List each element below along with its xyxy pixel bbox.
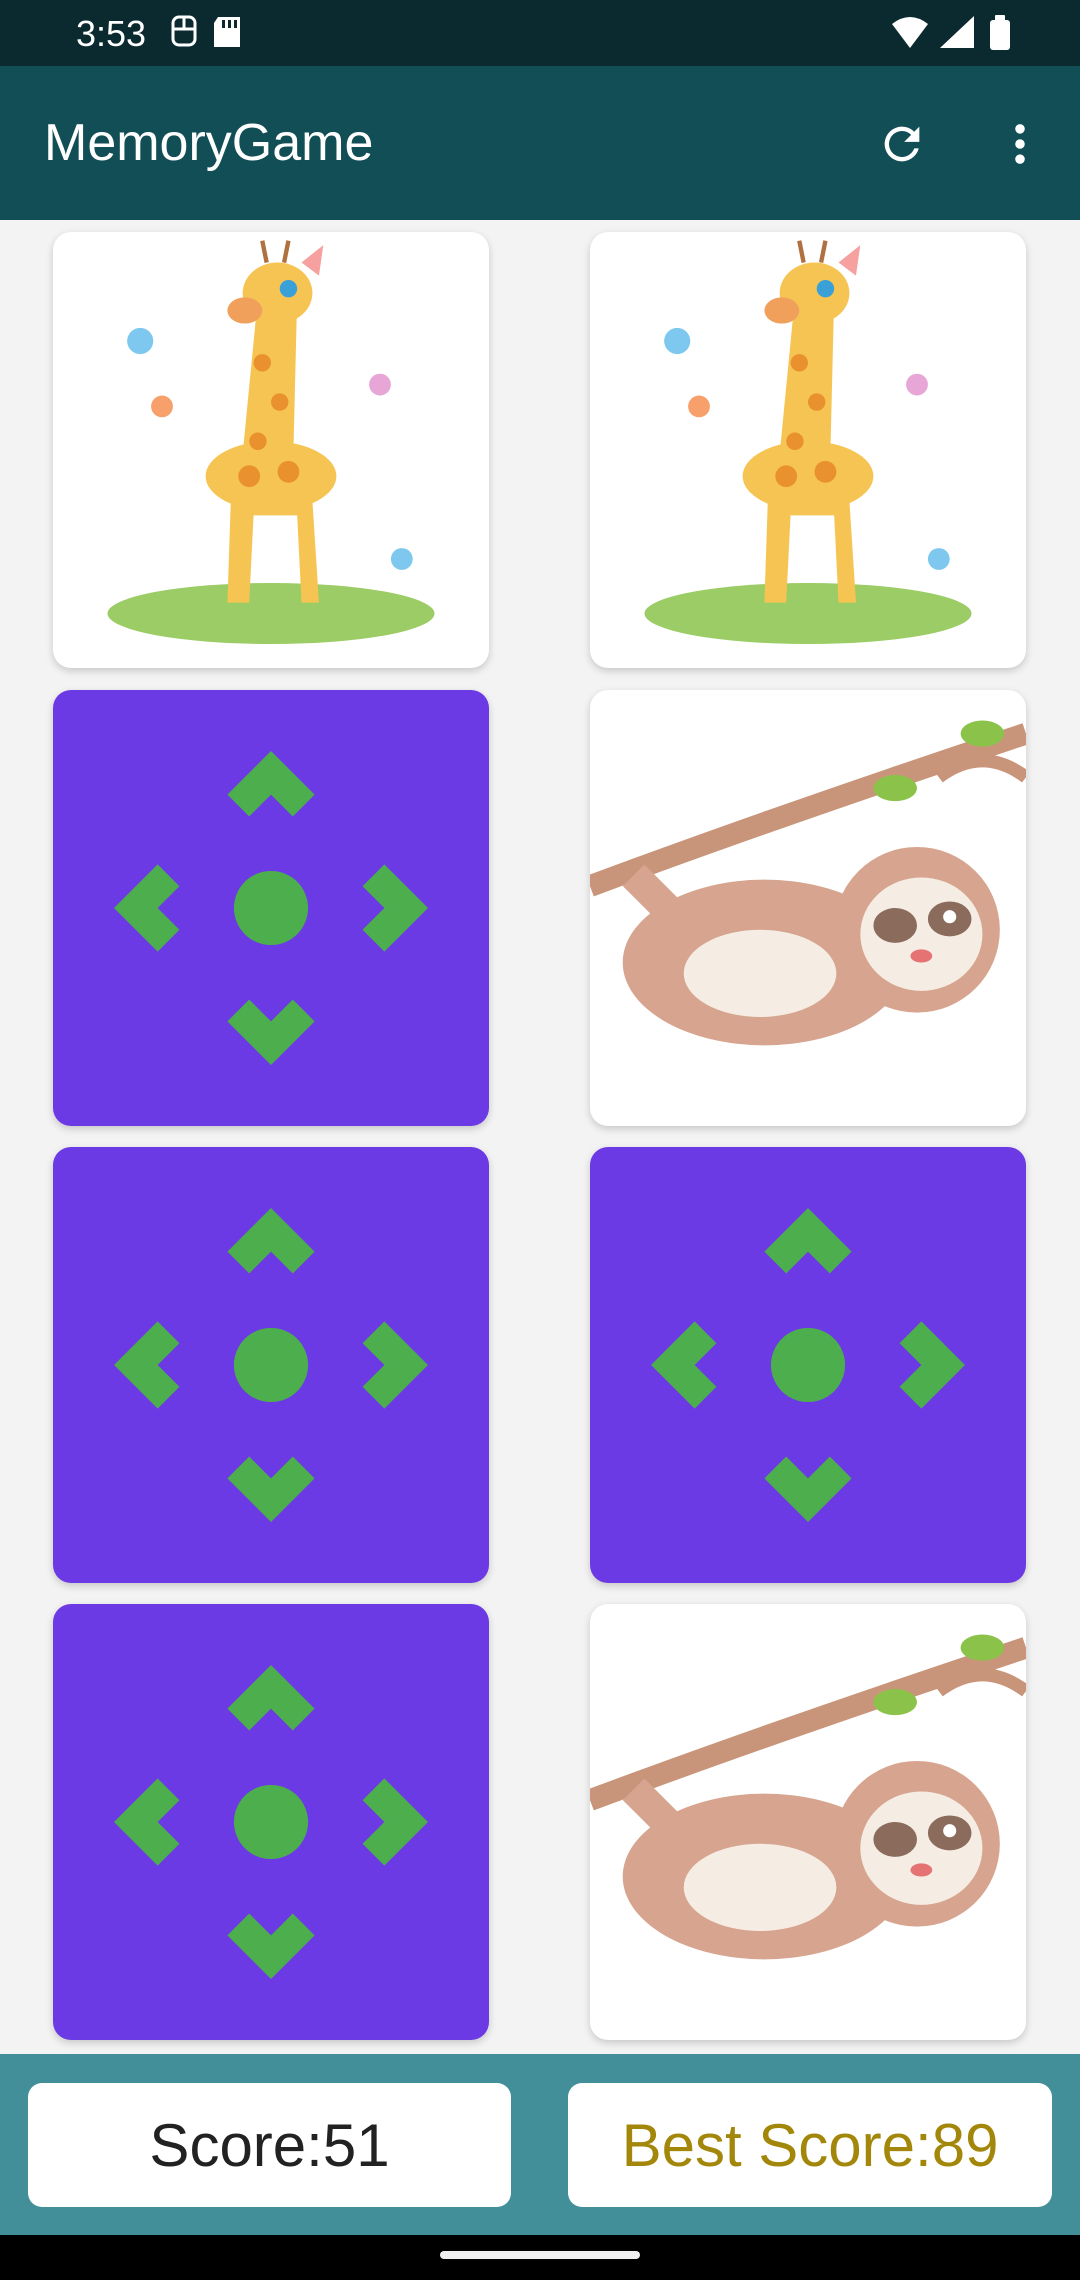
gesture-handle[interactable] (440, 2251, 640, 2259)
card-giraffe[interactable] (590, 232, 1026, 668)
card-face-down[interactable] (590, 1147, 1026, 1583)
best-score-display: Best Score:89 (568, 2083, 1052, 2207)
giraffe-icon (107, 240, 435, 645)
battery-icon (990, 15, 1010, 50)
refresh-button[interactable] (868, 110, 936, 178)
wifi-icon (892, 17, 928, 48)
giraffe-icon (644, 240, 972, 645)
more-vert-icon (1015, 124, 1025, 164)
card-face-down[interactable] (53, 1147, 489, 1583)
card-face-down[interactable] (53, 1604, 489, 2040)
app-title: MemoryGame (44, 114, 374, 172)
card-sloth[interactable] (590, 1604, 1026, 2040)
status-right-icons (890, 14, 1040, 57)
signal-icon (940, 16, 974, 48)
card-giraffe[interactable] (53, 232, 489, 668)
refresh-icon (884, 126, 920, 162)
card-face-down[interactable] (53, 690, 489, 1126)
arrows-symbol-icon (114, 751, 428, 1065)
sloth-icon (590, 1634, 1026, 1960)
more-options-button[interactable] (986, 110, 1054, 178)
arrows-symbol-icon (114, 1208, 428, 1522)
navigation-bar (0, 2235, 1080, 2280)
status-time: 3:53 (76, 13, 147, 54)
status-bar: 3:53 (0, 0, 1080, 66)
card-grid (0, 220, 1080, 2054)
app-bar: MemoryGame (0, 66, 1080, 220)
score-bar: Score:51 Best Score:89 (0, 2054, 1080, 2235)
sloth-icon (590, 720, 1026, 1046)
score-display: Score:51 (28, 2083, 511, 2207)
accessibility-icon (171, 15, 197, 47)
arrows-symbol-icon (651, 1208, 965, 1522)
sd-card-icon (214, 17, 240, 47)
card-sloth[interactable] (590, 690, 1026, 1126)
status-left-icons (170, 14, 260, 55)
arrows-symbol-icon (114, 1665, 428, 1979)
